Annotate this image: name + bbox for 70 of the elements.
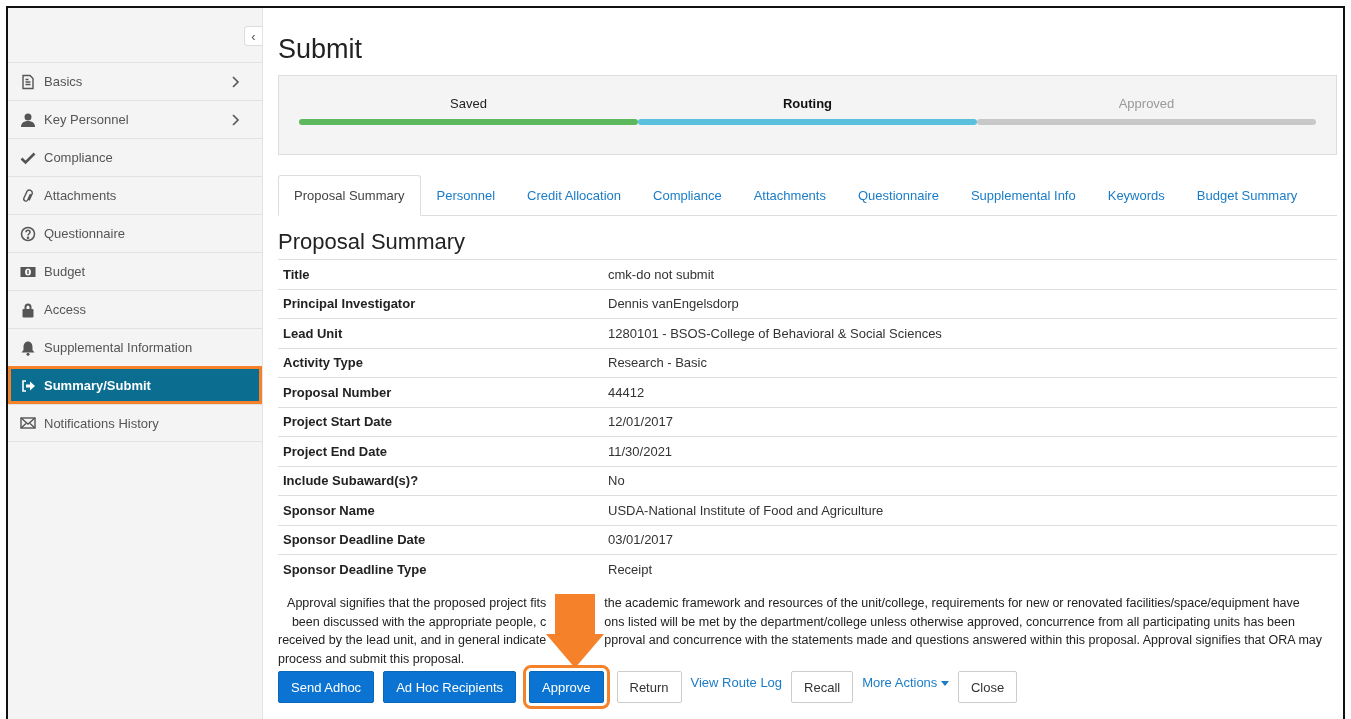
more-actions-dropdown[interactable]: More Actions [862,671,949,690]
sidebar-item[interactable]: Access [8,290,262,328]
tab[interactable]: Supplemental Info [954,175,1092,216]
document-icon [20,73,36,90]
field-label: Sponsor Name [278,495,603,525]
step-label: Approved [1118,96,1175,111]
field-value: cmk-do not submit [603,259,1337,289]
tab[interactable]: Budget Summary [1180,175,1314,216]
field-label: Activity Type [278,348,603,378]
caret-icon [940,681,949,687]
section-title: Proposal Summary [278,229,467,255]
step-label: Saved [450,96,487,111]
tab[interactable]: Credit Allocation [511,175,638,216]
field-value: Dennis vanEngelsdorp [603,289,1337,319]
approval-text: received by the lead unit, and in general indicate [278,632,547,649]
paperclip-icon [20,187,36,204]
collapse-button[interactable]: ‹ [244,26,262,46]
approval-text: Approval signifies that the proposed project fits [287,595,547,612]
approval-text: the academic framework and resources of the unit/college, requirements for new or renovated facilities/space/equipment have [604,595,1301,612]
tab[interactable]: Attachments [737,175,842,216]
sidebar-item[interactable]: Questionnaire [8,214,262,252]
action-button[interactable]: Close [957,671,1018,703]
sidebar-item[interactable]: Summary/Submit [8,366,262,404]
question-icon [20,225,36,242]
tab[interactable]: Questionnaire [841,175,955,216]
field-value: Research - Basic [603,348,1337,378]
person-icon [20,111,36,128]
route-log-link[interactable]: View Route Log [690,671,783,690]
approval-text: pproval and concurrence with the statements made and questions answered within this proposal. Approval signifies that ORA may [604,632,1323,649]
sign-out-icon [20,377,36,394]
field-label: Include Subaward(s)? [278,466,603,496]
approval-text: been discussed with the appropriate people, c [291,613,547,631]
field-label: Proposal Number [278,377,603,407]
field-value: 12/01/2017 [603,407,1337,437]
lock-icon [20,301,36,318]
field-value: USDA-National Institute of Food and Agriculture [603,495,1337,525]
field-value: 44412 [603,377,1337,407]
bell-icon [20,339,36,356]
envelope-icon [20,415,36,431]
tab[interactable]: Compliance [637,175,738,216]
field-label: Project Start Date [278,407,603,437]
field-value: 1280101 - BSOS-College of Behavioral & Social Sciences [603,318,1337,348]
field-label: Lead Unit [278,318,603,348]
field-label: Title [278,259,603,289]
step-label: Routing [782,96,833,111]
field-value: 11/30/2021 [603,436,1337,466]
action-button[interactable]: Recall [791,671,854,703]
tab[interactable]: Proposal Summary [278,175,421,216]
sidebar-item[interactable]: Attachments [8,176,262,214]
action-button[interactable]: Send Adhoc [278,671,375,703]
page-title: Submit [278,34,364,65]
tab[interactable]: Keywords [1091,175,1181,216]
approval-text: process and submit this proposal. [278,650,465,668]
field-label: Sponsor Deadline Type [278,554,603,584]
down-arrow-icon [546,594,605,668]
action-button[interactable]: Ad Hoc Recipients [383,671,517,703]
tab[interactable]: Personnel [420,175,512,216]
sidebar-item[interactable]: Basics [8,62,262,100]
field-value: 03/01/2017 [603,525,1337,555]
action-button[interactable]: Return [616,671,682,703]
approval-text: ons listed will be met by the department/college unless otherwise approved, concurrence from all participating units has been [604,613,1296,631]
sidebar-item[interactable]: Budget [8,252,262,290]
field-label: Sponsor Deadline Date [278,525,603,555]
field-label: Principal Investigator [278,289,603,319]
sidebar-item[interactable]: Compliance [8,138,262,176]
sidebar-item[interactable]: Key Personnel [8,100,262,138]
sidebar-item[interactable]: Notifications History [8,404,262,442]
field-label: Project End Date [278,436,603,466]
field-value: No [603,466,1337,496]
field-value: Receipt [603,554,1337,584]
